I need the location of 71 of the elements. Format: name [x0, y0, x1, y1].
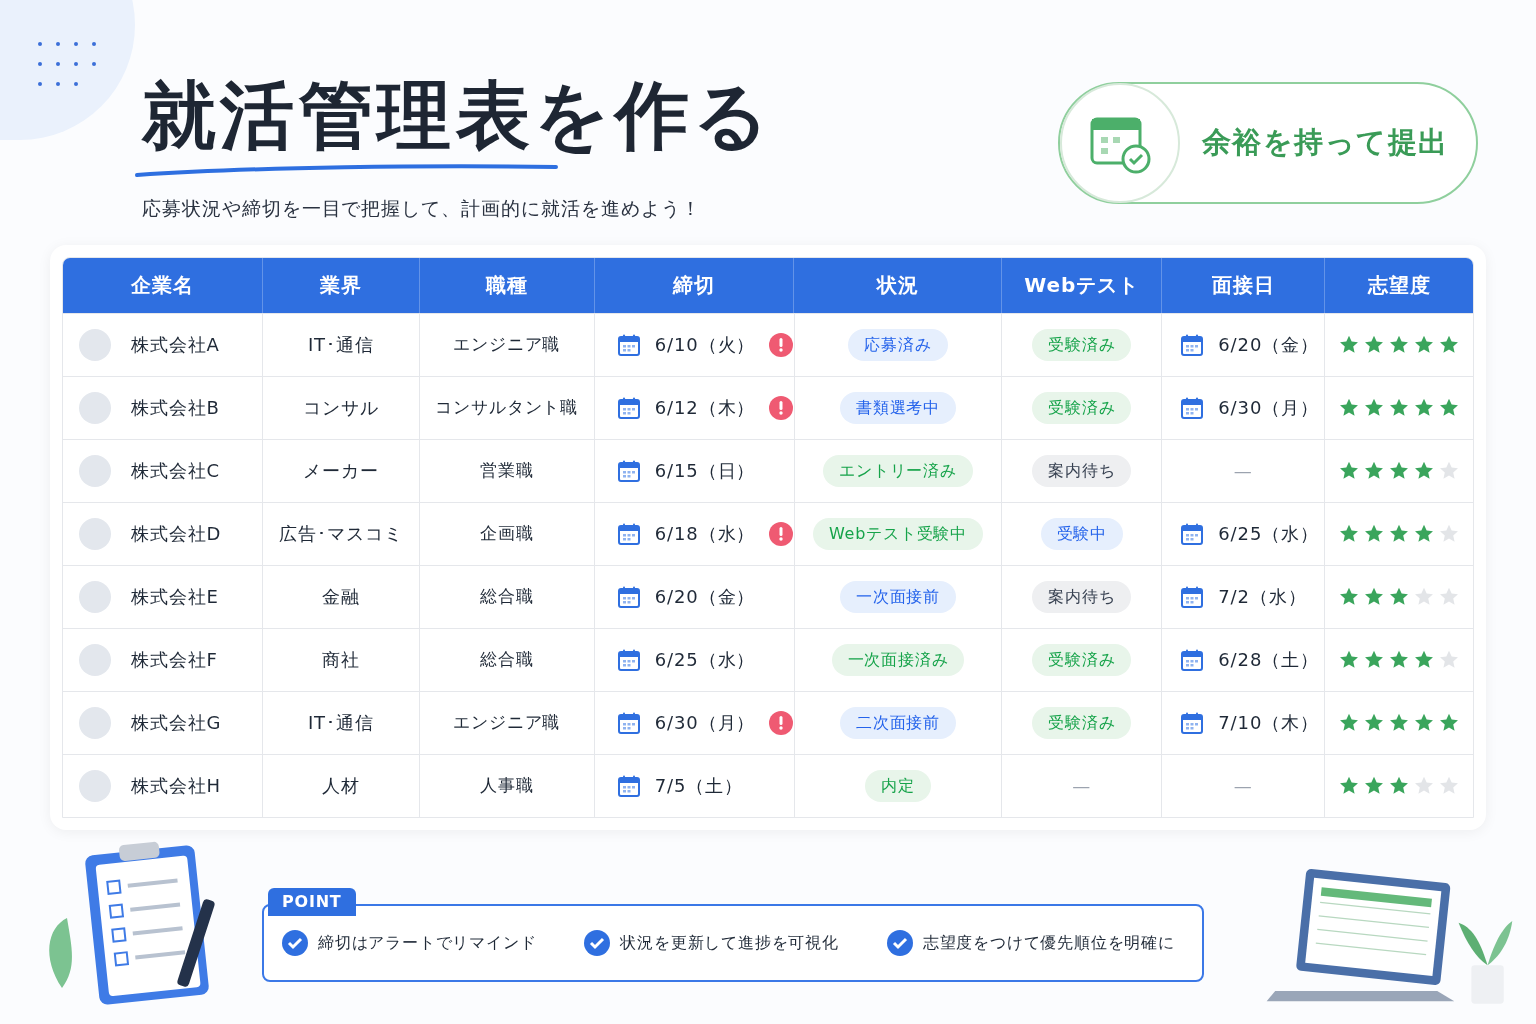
industry-cell-text: 広告･マスコミ — [279, 522, 403, 546]
status-badge: 応募済み — [848, 328, 948, 361]
industry-cell-text: コンサル — [303, 396, 379, 420]
status-badge: 書類選考中 — [839, 391, 956, 424]
subtitle: 応募状況や締切を一目で把握して、計画的に就活を進めよう！ — [142, 196, 702, 221]
column-header: 状況 — [794, 257, 1003, 313]
deadline-date: 6/10（火） — [654, 333, 756, 357]
interview-date: 6/20（金） — [1218, 333, 1319, 357]
job-cell-text: 企画職 — [479, 521, 534, 545]
webtest-badge: 受験済み — [1032, 328, 1132, 361]
company-name: 株式会社B — [131, 396, 220, 420]
empty-dash: — — [1233, 774, 1253, 798]
webtest-badge: 案内待ち — [1032, 580, 1132, 613]
job-cell-text: 総合職 — [479, 647, 534, 671]
status-badge: 一次面接済み — [831, 643, 965, 676]
status-badge: 内定 — [865, 769, 931, 802]
job-cell-text: 人事職 — [479, 773, 534, 797]
deadline-date: 6/12（木） — [654, 396, 756, 420]
industry-cell-text: IT･通信 — [307, 333, 374, 357]
interview-date: 6/30（月） — [1218, 396, 1319, 420]
webtest-badge: 受験中 — [1040, 517, 1123, 550]
industry-cell-text: メーカー — [303, 459, 379, 483]
company-name: 株式会社F — [131, 648, 218, 672]
page-title: 就活管理表を作る — [142, 78, 774, 152]
status-badge: 二次面接前 — [839, 706, 956, 739]
status-badge: Webテスト受験中 — [812, 517, 983, 550]
point-text: 締切はアラートでリマインド — [318, 931, 537, 954]
reminder-text: 余裕を持って提出 — [1202, 124, 1449, 162]
status-badge: 一次面接前 — [839, 580, 956, 613]
company-name: 株式会社A — [131, 333, 220, 357]
column-header: 職種 — [419, 257, 595, 313]
deadline-date: 7/5（土） — [654, 774, 743, 798]
empty-dash: — — [1072, 774, 1092, 798]
webtest-badge: 受験済み — [1032, 391, 1132, 424]
deadline-date: 6/15（日） — [654, 459, 756, 483]
point-text: 志望度をつけて優先順位を明確に — [922, 931, 1175, 954]
interview-date: 7/10（木） — [1218, 711, 1319, 735]
job-cell-text: 総合職 — [479, 584, 534, 608]
industry-cell-text: 人材 — [321, 774, 360, 798]
interview-date: 6/28（土） — [1218, 648, 1319, 672]
webtest-badge: 案内待ち — [1032, 454, 1132, 487]
webtest-badge: 受験済み — [1032, 643, 1132, 676]
deadline-date: 6/18（水） — [654, 522, 756, 546]
company-name: 株式会社H — [131, 774, 222, 798]
column-header: 業界 — [262, 257, 420, 313]
job-cell-text: 営業職 — [479, 458, 534, 482]
empty-dash: — — [1233, 459, 1253, 483]
interview-date: 6/25（水） — [1218, 522, 1319, 546]
job-cell-text: エンジニア職 — [453, 710, 561, 734]
job-cell-text: エンジニア職 — [453, 332, 561, 356]
company-name: 株式会社D — [131, 522, 222, 546]
deadline-date: 6/25（水） — [654, 648, 756, 672]
column-header: 志望度 — [1366, 272, 1432, 299]
industry-cell-text: 商社 — [321, 648, 360, 672]
status-badge: エントリー済み — [823, 454, 973, 487]
company-name: 株式会社G — [131, 711, 222, 735]
column-header: 締切 — [594, 257, 795, 313]
deadline-date: 6/30（月） — [654, 711, 756, 735]
column-header: 面接日 — [1162, 257, 1326, 313]
deadline-date: 6/20（金） — [654, 585, 756, 609]
company-name: 株式会社E — [131, 585, 219, 609]
webtest-badge: 受験済み — [1032, 706, 1132, 739]
company-name: 株式会社C — [131, 459, 221, 483]
point-text: 状況を更新して進捗を可視化 — [620, 931, 839, 954]
job-cell-text: コンサルタント職 — [435, 395, 579, 419]
interview-date: 7/2（水） — [1218, 585, 1307, 609]
column-header: Webテスト — [1002, 257, 1163, 313]
industry-cell-text: IT･通信 — [307, 711, 374, 735]
column-header: 企業名 — [63, 257, 263, 313]
point-label: POINT — [268, 887, 356, 916]
industry-cell-text: 金融 — [321, 585, 360, 609]
